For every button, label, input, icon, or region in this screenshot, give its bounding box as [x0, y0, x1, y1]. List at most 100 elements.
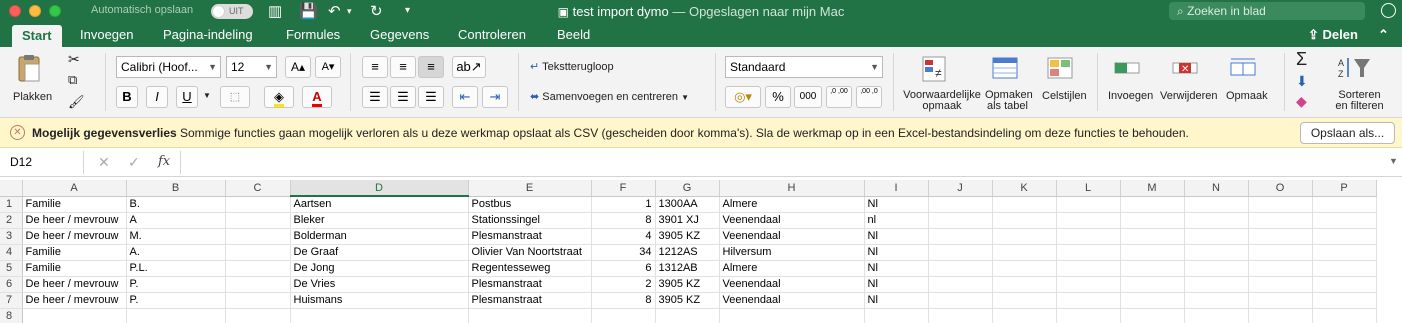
cell-p4[interactable] [1312, 244, 1377, 261]
cell-c1[interactable] [225, 196, 291, 213]
row-header[interactable]: 5 [0, 260, 23, 277]
cell-a4[interactable]: Familie [22, 244, 127, 261]
cell-f4[interactable]: 34 [591, 244, 656, 261]
worksheet-grid[interactable]: ABCDEFGHIJKLMNOP 1 Familie B. Aartsen Postbu… [0, 180, 1402, 323]
cell-b5[interactable]: P.L. [126, 260, 226, 277]
insert-button[interactable]: Invoegen [1108, 90, 1153, 102]
formula-input[interactable] [180, 151, 1380, 174]
tab-controleren[interactable]: Controleren [458, 27, 526, 42]
cell-b1[interactable]: B. [126, 196, 226, 213]
cell-d4[interactable]: De Graaf [290, 244, 469, 261]
cell-g2[interactable]: 3901 XJ [655, 212, 720, 229]
cell-b3[interactable]: M. [126, 228, 226, 245]
column-header-b[interactable]: B [126, 180, 226, 197]
confirm-icon[interactable]: ✓ [128, 154, 140, 171]
cell-o7[interactable] [1248, 292, 1313, 309]
collapse-ribbon-icon[interactable]: ⌃ [1378, 27, 1389, 43]
bold-button[interactable]: B [116, 86, 138, 108]
column-header-i[interactable]: I [864, 180, 929, 197]
cell-l6[interactable] [1056, 276, 1121, 293]
cell-e4[interactable]: Olivier Van Noortstraat [468, 244, 592, 261]
sort-filter-icon[interactable]: AZ [1338, 55, 1370, 83]
cell-m7[interactable] [1120, 292, 1185, 309]
cell-n4[interactable] [1184, 244, 1249, 261]
fill-icon[interactable]: ⬇ [1296, 73, 1308, 90]
cell-p1[interactable] [1312, 196, 1377, 213]
row-header[interactable]: 2 [0, 212, 23, 229]
row-header[interactable]: 6 [0, 276, 23, 293]
cell-f3[interactable]: 4 [591, 228, 656, 245]
cell-g8[interactable] [655, 308, 720, 323]
cell-styles-button[interactable]: Celstijlen [1042, 90, 1087, 102]
cell-l4[interactable] [1056, 244, 1121, 261]
cell-k5[interactable] [992, 260, 1057, 277]
cell-m4[interactable] [1120, 244, 1185, 261]
cell-a8[interactable] [22, 308, 127, 323]
align-middle-icon[interactable]: ≡ [390, 56, 416, 78]
cell-a5[interactable]: Familie [22, 260, 127, 277]
cell-b6[interactable]: P. [126, 276, 226, 293]
autosum-icon[interactable]: Σ [1296, 49, 1307, 70]
cell-h8[interactable] [719, 308, 865, 323]
format-as-table-button[interactable]: Opmaken als tabel [985, 90, 1033, 112]
cell-k3[interactable] [992, 228, 1057, 245]
cell-i4[interactable]: Nl [864, 244, 929, 261]
cell-d6[interactable]: De Vries [290, 276, 469, 293]
cell-a7[interactable]: De heer / mevrouw [22, 292, 127, 309]
cell-c6[interactable] [225, 276, 291, 293]
font-color-button[interactable]: A [302, 86, 332, 108]
format-cells-icon[interactable] [1228, 55, 1258, 83]
decrease-indent-icon[interactable]: ⇤ [452, 86, 478, 108]
share-button[interactable]: ⇪ Delen [1308, 27, 1358, 43]
cell-e3[interactable]: Plesmanstraat [468, 228, 592, 245]
cell-h3[interactable]: Veenendaal [719, 228, 865, 245]
tab-gegevens[interactable]: Gegevens [370, 27, 429, 42]
font-size-select[interactable]: 12 ▼ [226, 56, 277, 78]
cell-f5[interactable]: 6 [591, 260, 656, 277]
cell-i3[interactable]: Nl [864, 228, 929, 245]
cell-a6[interactable]: De heer / mevrouw [22, 276, 127, 293]
tab-beeld[interactable]: Beeld [557, 27, 590, 42]
cell-n7[interactable] [1184, 292, 1249, 309]
paste-icon[interactable] [15, 54, 45, 82]
cell-f2[interactable]: 8 [591, 212, 656, 229]
cell-h1[interactable]: Almere [719, 196, 865, 213]
cell-f7[interactable]: 8 [591, 292, 656, 309]
percent-format-button[interactable]: % [765, 86, 791, 108]
cell-f8[interactable] [591, 308, 656, 323]
format-button[interactable]: Opmaak [1226, 90, 1268, 102]
column-header-e[interactable]: E [468, 180, 592, 197]
chevron-down-icon[interactable]: ▼ [203, 91, 211, 100]
cell-k7[interactable] [992, 292, 1057, 309]
cell-c2[interactable] [225, 212, 291, 229]
cell-h5[interactable]: Almere [719, 260, 865, 277]
cell-p2[interactable] [1312, 212, 1377, 229]
column-header-f[interactable]: F [591, 180, 656, 197]
column-header-c[interactable]: C [225, 180, 291, 197]
row-header[interactable]: 8 [0, 308, 23, 323]
cell-k4[interactable] [992, 244, 1057, 261]
align-top-icon[interactable]: ≡ [362, 56, 388, 78]
row-header[interactable]: 3 [0, 228, 23, 245]
underline-button[interactable]: U [176, 86, 198, 108]
sort-filter-button[interactable]: Sorteren en filteren [1332, 90, 1387, 112]
cell-o1[interactable] [1248, 196, 1313, 213]
cell-styles-icon[interactable] [1045, 55, 1075, 83]
row-header[interactable]: 7 [0, 292, 23, 309]
clear-icon[interactable]: ◆ [1296, 93, 1307, 110]
format-painter-icon[interactable]: 🖌 [68, 94, 85, 110]
increase-font-size-button[interactable]: A▴ [285, 56, 311, 78]
cell-n8[interactable] [1184, 308, 1249, 323]
fill-color-button[interactable]: ◈ [264, 86, 294, 108]
cell-h7[interactable]: Veenendaal [719, 292, 865, 309]
cell-l1[interactable] [1056, 196, 1121, 213]
cell-h4[interactable]: Hilversum [719, 244, 865, 261]
conditional-format-icon[interactable]: ≠ [920, 55, 950, 83]
cell-n2[interactable] [1184, 212, 1249, 229]
align-bottom-icon[interactable]: ≡ [418, 56, 444, 78]
cell-j6[interactable] [928, 276, 993, 293]
cell-m2[interactable] [1120, 212, 1185, 229]
column-header-n[interactable]: N [1184, 180, 1249, 197]
cell-p6[interactable] [1312, 276, 1377, 293]
cell-e2[interactable]: Stationssingel [468, 212, 592, 229]
